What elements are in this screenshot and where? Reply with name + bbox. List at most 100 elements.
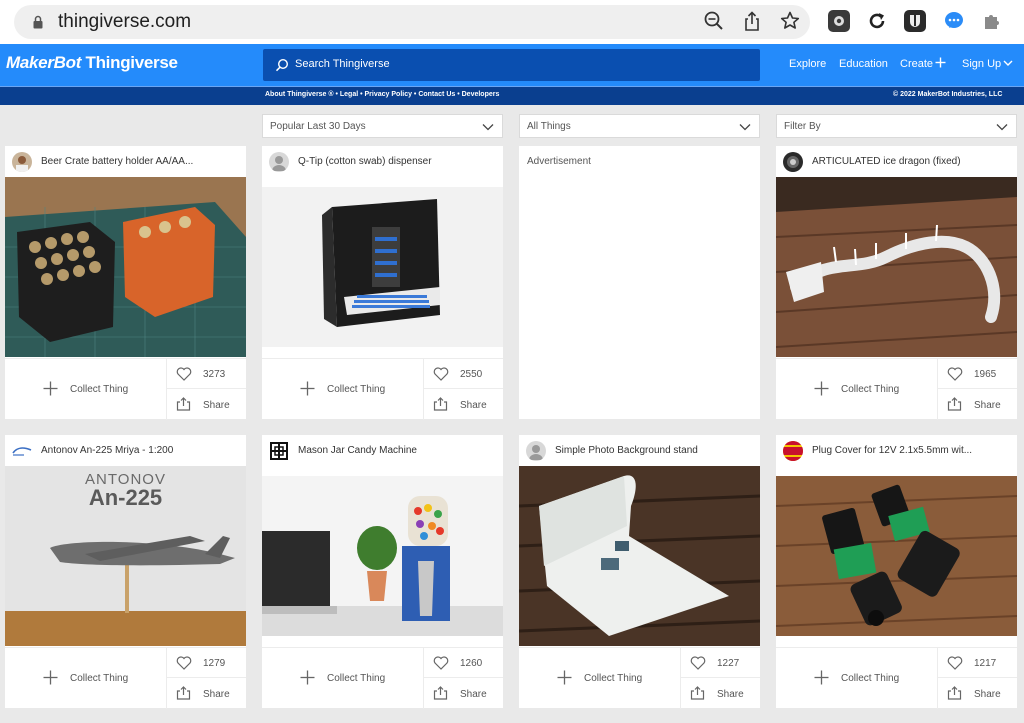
address-bar[interactable]: thingiverse.com (14, 5, 810, 39)
search-input[interactable]: Search Thingiverse (263, 49, 760, 81)
thing-title[interactable]: Plug Cover for 12V 2.1x5.5mm wit... (812, 445, 1012, 456)
like-button[interactable]: 3273 (167, 359, 246, 389)
thing-card[interactable]: ARTICULATED ice dragon (fixed) Collect T… (776, 146, 1017, 420)
thing-thumbnail[interactable] (262, 476, 503, 636)
filter-by-dropdown[interactable]: Filter By (776, 114, 1017, 138)
like-count: 1227 (717, 658, 740, 669)
collect-label: Collect Thing (327, 384, 386, 395)
type-dropdown[interactable]: All Things (519, 114, 760, 138)
thing-title[interactable]: Antonov An-225 Mriya - 1:200 (41, 445, 241, 456)
share-icon (176, 686, 191, 700)
sort-value: Popular Last 30 Days (270, 121, 366, 132)
collect-label: Collect Thing (70, 673, 129, 684)
collect-thing-button[interactable]: Collect Thing (776, 359, 938, 420)
advertisement-label: Advertisement (527, 156, 591, 167)
thing-thumbnail[interactable] (5, 177, 246, 357)
like-button[interactable]: 1227 (681, 648, 760, 678)
heart-icon (433, 367, 449, 381)
thing-thumbnail[interactable] (776, 476, 1017, 636)
thing-card[interactable]: Mason Jar Candy Machine Collect Thing 12… (262, 435, 503, 709)
extension-3-icon[interactable] (904, 10, 926, 32)
nav-create[interactable]: Create (900, 58, 933, 70)
heart-icon (433, 656, 449, 670)
share-button[interactable]: Share (167, 389, 246, 420)
signup-chevron-down-icon[interactable] (1003, 59, 1013, 67)
thing-thumbnail[interactable]: ANTONOV An-225 (5, 466, 246, 646)
share-button[interactable]: Share (167, 678, 246, 709)
collect-thing-button[interactable]: Collect Thing (262, 648, 424, 709)
share-icon (947, 397, 962, 411)
avatar-image (16, 156, 28, 172)
thing-card[interactable]: Antonov An-225 Mriya - 1:200 ANTONOV An-… (5, 435, 246, 709)
like-button[interactable]: 1260 (424, 648, 503, 678)
chevron-down-icon (996, 124, 1008, 131)
nav-signup[interactable]: Sign Up (962, 58, 1001, 70)
share-label: Share (203, 689, 230, 700)
thing-title[interactable]: Simple Photo Background stand (555, 445, 755, 456)
zoom-icon[interactable] (703, 10, 725, 32)
avatar[interactable] (783, 441, 803, 461)
nav-education[interactable]: Education (839, 58, 888, 70)
like-button[interactable]: 1217 (938, 648, 1017, 678)
thing-card[interactable]: Q-Tip (cotton swab) dispenser Collect Th… (262, 146, 503, 420)
avatar[interactable] (783, 152, 803, 172)
thing-title[interactable]: Mason Jar Candy Machine (298, 445, 498, 456)
extension-1-icon[interactable] (828, 10, 850, 32)
avatar[interactable] (526, 441, 546, 461)
thumbnail-image (776, 476, 1017, 636)
share-label: Share (974, 689, 1001, 700)
heart-icon (947, 367, 963, 381)
avatar-image (787, 156, 799, 168)
like-button[interactable]: 1279 (167, 648, 246, 678)
chevron-down-icon (739, 124, 751, 131)
chevron-down-icon (482, 124, 494, 131)
collect-label: Collect Thing (327, 673, 386, 684)
collect-thing-button[interactable]: Collect Thing (519, 648, 681, 709)
avatar[interactable] (269, 152, 289, 172)
thing-card[interactable]: Simple Photo Background stand Collect Th… (519, 435, 760, 709)
like-button[interactable]: 2550 (424, 359, 503, 389)
thing-thumbnail[interactable] (776, 177, 1017, 357)
avatar[interactable] (12, 441, 32, 461)
nav-explore[interactable]: Explore (789, 58, 826, 70)
reload-icon[interactable] (866, 10, 888, 32)
thing-title[interactable]: ARTICULATED ice dragon (fixed) (812, 156, 1012, 167)
heart-icon (690, 656, 706, 670)
share-button[interactable]: Share (424, 678, 503, 709)
thing-title[interactable]: Q-Tip (cotton swab) dispenser (298, 156, 498, 167)
extension-1-glyph-icon (834, 16, 844, 26)
avatar[interactable] (12, 152, 32, 172)
share-button[interactable]: Share (938, 678, 1017, 709)
sort-dropdown[interactable]: Popular Last 30 Days (262, 114, 503, 138)
share-icon[interactable] (741, 10, 763, 32)
share-button[interactable]: Share (938, 389, 1017, 420)
collect-thing-button[interactable]: Collect Thing (5, 648, 167, 709)
messenger-icon[interactable] (943, 10, 965, 32)
thing-thumbnail[interactable] (262, 187, 503, 347)
avatar[interactable] (269, 441, 289, 461)
lock-icon (33, 15, 43, 29)
create-plus-icon[interactable] (935, 57, 946, 68)
share-label: Share (974, 400, 1001, 411)
share-label: Share (203, 400, 230, 411)
avatar-image (12, 447, 32, 456)
thing-title[interactable]: Beer Crate battery holder AA/AA... (41, 156, 241, 167)
card-actions: Collect Thing 2550 Share (262, 358, 503, 420)
thing-card[interactable]: Beer Crate battery holder AA/AA... Colle… (5, 146, 246, 420)
thing-thumbnail[interactable] (519, 466, 760, 646)
share-icon (947, 686, 962, 700)
heart-icon (947, 656, 963, 670)
share-button[interactable]: Share (681, 678, 760, 709)
like-button[interactable]: 1965 (938, 359, 1017, 389)
collect-thing-button[interactable]: Collect Thing (776, 648, 938, 709)
bookmark-star-icon[interactable] (779, 10, 801, 32)
card-actions: Collect Thing 1260 Share (262, 647, 503, 709)
subnav-links[interactable]: About Thingiverse ® • Legal • Privacy Po… (265, 91, 499, 98)
plus-icon (43, 670, 58, 685)
thing-card[interactable]: Plug Cover for 12V 2.1x5.5mm wit... Coll… (776, 435, 1017, 709)
makerbot-thingiverse-logo[interactable]: MakerBot Thingiverse (6, 53, 178, 73)
collect-thing-button[interactable]: Collect Thing (262, 359, 424, 420)
collect-thing-button[interactable]: Collect Thing (5, 359, 167, 420)
puzzle-icon[interactable] (981, 10, 1003, 32)
share-button[interactable]: Share (424, 389, 503, 420)
